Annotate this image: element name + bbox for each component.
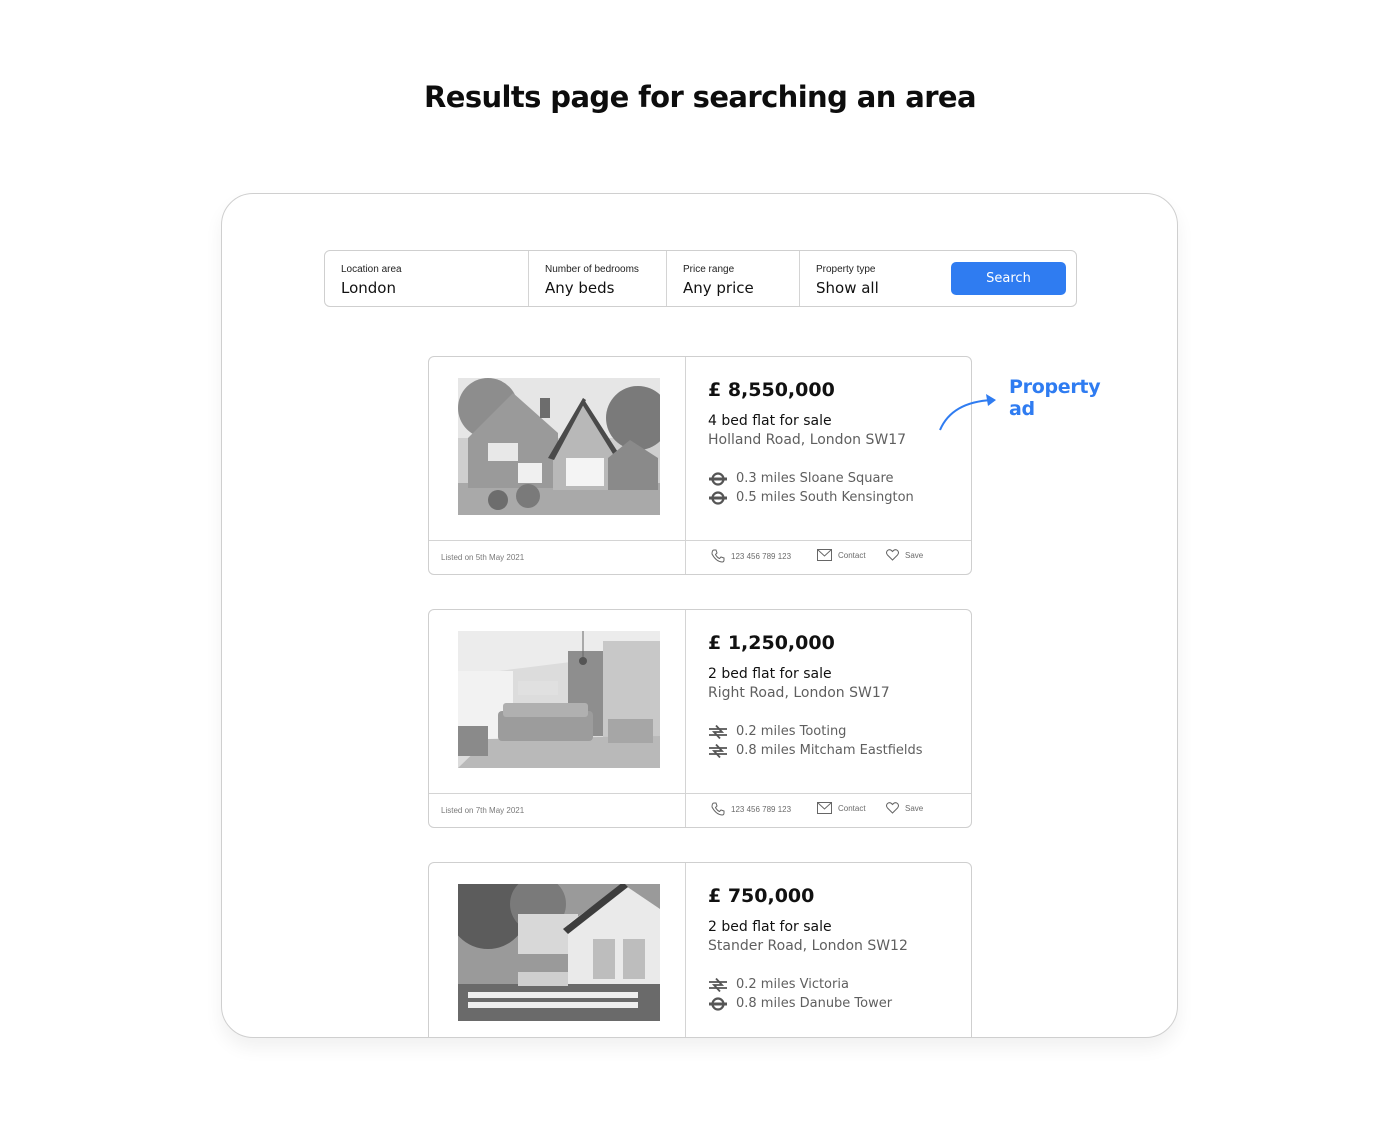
- save-label: Save: [905, 803, 924, 813]
- listed-date: Listed on 5th May 2021: [441, 553, 525, 562]
- station-text: 0.8 miles Danube Tower: [736, 996, 893, 1011]
- station-text: 0.2 miles Victoria: [736, 977, 849, 992]
- listing-address: Stander Road, London SW12: [708, 938, 908, 954]
- underground-icon: [709, 471, 727, 486]
- property-card[interactable]: £ 8,550,000 4 bed flat for sale Holland …: [428, 356, 972, 575]
- search-bar: Location area London Number of bedrooms …: [324, 250, 1077, 307]
- nearby-station: 0.2 miles Victoria: [708, 977, 849, 992]
- phone-number: 123 456 789 123: [731, 551, 792, 561]
- price-range-field-value: Any price: [683, 279, 754, 297]
- envelope-icon: [817, 802, 832, 814]
- annotation-arrow-icon: [939, 394, 996, 431]
- property-ad-annotation: Property ad: [1009, 376, 1129, 420]
- nearby-station: 0.2 miles Tooting: [708, 724, 846, 739]
- page-heading: Results page for searching an area: [424, 80, 977, 114]
- contact-label: Contact: [838, 803, 866, 813]
- property-photo[interactable]: [458, 631, 660, 768]
- location-field-label: Location area: [341, 264, 402, 275]
- property-type-field-value: Show all: [816, 279, 879, 297]
- price-range-field-label: Price range: [683, 264, 735, 275]
- station-text: 0.5 miles South Kensington: [736, 490, 914, 505]
- card-divider: [685, 863, 686, 1037]
- price-range-field[interactable]: Price range Any price: [666, 251, 799, 306]
- underground-icon: [709, 996, 727, 1011]
- bedrooms-field-label: Number of bedrooms: [545, 264, 639, 275]
- bedrooms-field-value: Any beds: [545, 279, 615, 297]
- underground-icon: [709, 490, 727, 505]
- card-divider: [429, 793, 971, 794]
- phone-button[interactable]: 123 456 789 123: [711, 802, 791, 816]
- phone-number: 123 456 789 123: [731, 804, 792, 814]
- save-label: Save: [905, 550, 924, 560]
- property-card[interactable]: £ 1,250,000 2 bed flat for sale Right Ro…: [428, 609, 972, 828]
- listing-address: Holland Road, London SW17: [708, 432, 907, 448]
- contact-button[interactable]: Contact: [817, 802, 866, 814]
- nearby-station: 0.8 miles Mitcham Eastfields: [708, 743, 923, 758]
- station-text: 0.2 miles Tooting: [736, 724, 847, 739]
- envelope-icon: [817, 549, 832, 561]
- listing-price: £ 750,000: [708, 885, 815, 907]
- property-photo[interactable]: [458, 378, 660, 515]
- save-button[interactable]: Save: [886, 802, 923, 814]
- listing-title[interactable]: 2 bed flat for sale: [708, 666, 832, 682]
- card-divider: [429, 540, 971, 541]
- heart-icon: [886, 549, 899, 561]
- national-rail-icon: [709, 977, 727, 992]
- phone-icon: [711, 549, 725, 563]
- phone-button[interactable]: 123 456 789 123: [711, 549, 791, 563]
- property-type-field[interactable]: Property type Show all: [799, 251, 939, 306]
- listing-address: Right Road, London SW17: [708, 685, 890, 701]
- listed-date: Listed on 7th May 2021: [441, 806, 525, 815]
- station-text: 0.3 miles Sloane Square: [736, 471, 894, 486]
- results-page-frame: Location area London Number of bedrooms …: [221, 193, 1178, 1038]
- listing-price: £ 8,550,000: [708, 379, 835, 401]
- national-rail-icon: [709, 724, 727, 739]
- annotation-line: ad: [1009, 398, 1035, 420]
- listing-title[interactable]: 2 bed flat for sale: [708, 919, 832, 935]
- station-text: 0.8 miles Mitcham Eastfields: [736, 743, 923, 758]
- bedrooms-field[interactable]: Number of bedrooms Any beds: [528, 251, 666, 306]
- property-type-field-label: Property type: [816, 264, 876, 275]
- contact-label: Contact: [838, 550, 866, 560]
- location-field-value: London: [341, 279, 396, 297]
- location-field[interactable]: Location area London: [325, 251, 528, 306]
- listing-title[interactable]: 4 bed flat for sale: [708, 413, 832, 429]
- listing-price: £ 1,250,000: [708, 632, 835, 654]
- nearby-station: 0.8 miles Danube Tower: [708, 996, 892, 1011]
- search-button[interactable]: Search: [951, 262, 1066, 295]
- contact-button[interactable]: Contact: [817, 549, 866, 561]
- national-rail-icon: [709, 743, 727, 758]
- nearby-station: 0.3 miles Sloane Square: [708, 471, 894, 486]
- nearby-station: 0.5 miles South Kensington: [708, 490, 914, 505]
- annotation-line: Property: [1009, 376, 1101, 398]
- property-photo[interactable]: [458, 884, 660, 1021]
- card-divider: [685, 610, 686, 827]
- save-button[interactable]: Save: [886, 549, 923, 561]
- heart-icon: [886, 802, 899, 814]
- phone-icon: [711, 802, 725, 816]
- property-card[interactable]: £ 750,000 2 bed flat for sale Stander Ro…: [428, 862, 972, 1037]
- card-divider: [685, 357, 686, 574]
